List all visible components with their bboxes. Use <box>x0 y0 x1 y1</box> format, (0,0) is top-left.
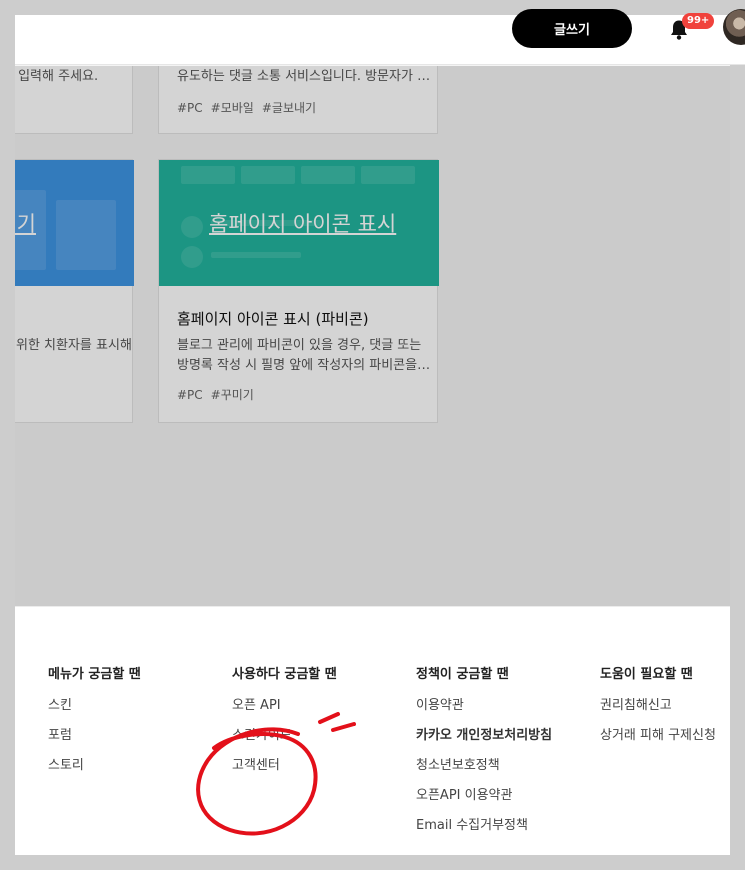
footer-link-privacy-policy[interactable]: 카카오 개인정보처리방침 <box>416 728 552 758</box>
plugin-card[interactable]: 유도하는 댓글 소통 서비스입니다. 방문자가 … #PC #모바일 #글보내기 <box>158 66 438 134</box>
card-description: 위한 치환자를 표시해 <box>16 338 132 353</box>
card-title[interactable]: 홈페이지 아이콘 표시 (파비콘) <box>177 308 369 329</box>
tag[interactable]: #모바일 <box>211 101 254 115</box>
footer-column-title: 도움이 필요할 땐 <box>600 667 693 682</box>
plugin-card[interactable]: 꼭 입력해 주세요. <box>15 66 133 134</box>
write-button[interactable]: 글쓰기 <box>512 9 632 48</box>
footer-link-rights-report[interactable]: 권리침해신고 <box>600 698 716 728</box>
plugin-card[interactable]: 입력기 위한 치환자를 표시해 <box>15 159 134 423</box>
window-frame-left <box>0 15 15 870</box>
footer-link-skin-guide[interactable]: 스킨가이드 <box>232 728 337 758</box>
footer-link-customer-center[interactable]: 고객센터 <box>232 758 337 788</box>
footer-link-forum[interactable]: 포럼 <box>48 728 141 758</box>
site-footer: 메뉴가 궁금할 땐 스킨 포럼 스토리 사용하다 궁금할 땐 오픈 API 스킨… <box>15 606 730 855</box>
footer-link-email-policy[interactable]: Email 수집거부정책 <box>416 818 552 848</box>
footer-column-menu: 메뉴가 궁금할 땐 스킨 포럼 스토리 <box>48 663 141 788</box>
card-description: 꼭 입력해 주세요. <box>15 69 99 84</box>
footer-column-title: 메뉴가 궁금할 땐 <box>48 667 141 682</box>
footer-link-open-api[interactable]: 오픈 API <box>232 698 337 728</box>
window-frame-right <box>730 65 745 855</box>
footer-column-help: 도움이 필요할 땐 권리침해신고 상거래 피해 구제신청 <box>600 663 716 758</box>
window-frame-bottom <box>15 855 745 870</box>
plugin-card-grid: 꼭 입력해 주세요. 유도하는 댓글 소통 서비스입니다. 방문자가 … #PC… <box>15 66 730 606</box>
card-description-line: 블로그 관리에 파비콘이 있을 경우, 댓글 또는 <box>177 338 422 353</box>
footer-link-commerce-relief[interactable]: 상거래 피해 구제신청 <box>600 728 716 758</box>
card-description: 블로그 관리에 파비콘이 있을 경우, 댓글 또는 방명록 작성 시 필명 앞에… <box>177 336 430 376</box>
card-description-line: 방명록 작성 시 필명 앞에 작성자의 파비콘을… <box>177 358 431 373</box>
footer-link-skin[interactable]: 스킨 <box>48 698 141 728</box>
footer-link-youth-policy[interactable]: 청소년보호정책 <box>416 758 552 788</box>
tag[interactable]: #꾸미기 <box>211 388 254 402</box>
footer-column-usage: 사용하다 궁금할 땐 오픈 API 스킨가이드 고객센터 <box>232 663 337 788</box>
footer-column-title: 사용하다 궁금할 땐 <box>232 667 337 682</box>
window-frame-top <box>0 0 745 15</box>
notification-badge: 99+ <box>682 13 715 29</box>
plugin-card[interactable]: 홈페이지 아이콘 표시 홈페이지 아이콘 표시 (파비콘) 블로그 관리에 파비… <box>158 159 439 423</box>
tag[interactable]: #PC <box>177 101 203 115</box>
tag[interactable]: #PC <box>177 388 203 402</box>
card-thumbnail-title: 홈페이지 아이콘 표시 <box>209 212 397 236</box>
card-tags: #PC #모바일 #글보내기 <box>177 99 324 116</box>
avatar[interactable] <box>723 9 745 45</box>
card-description: 유도하는 댓글 소통 서비스입니다. 방문자가 … <box>177 69 431 84</box>
footer-column-policy: 정책이 궁금할 땐 이용약관 카카오 개인정보처리방침 청소년보호정책 오픈AP… <box>416 663 552 848</box>
top-header: 글쓰기 99+ <box>15 9 745 65</box>
card-tags: #PC #꾸미기 <box>177 386 262 403</box>
footer-link-terms[interactable]: 이용약관 <box>416 698 552 728</box>
card-thumbnail-title: 입력기 <box>15 212 36 236</box>
card-thumbnail: 홈페이지 아이콘 표시 <box>159 160 439 286</box>
footer-link-story[interactable]: 스토리 <box>48 758 141 788</box>
tag[interactable]: #글보내기 <box>262 101 316 115</box>
footer-link-open-api-terms[interactable]: 오픈API 이용약관 <box>416 788 552 818</box>
footer-column-title: 정책이 궁금할 땐 <box>416 667 509 682</box>
card-thumbnail: 입력기 <box>15 160 134 286</box>
